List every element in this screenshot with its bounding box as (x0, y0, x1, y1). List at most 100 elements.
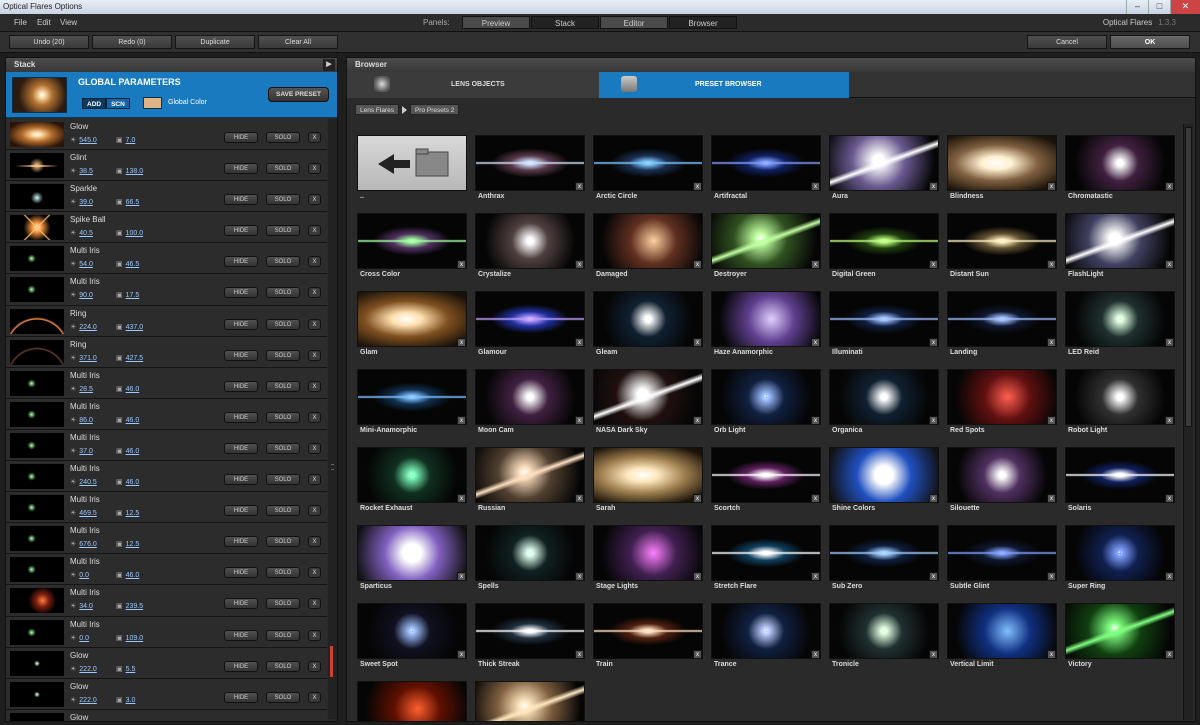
layer-row[interactable]: Multi Iris ☀ 90.0 ▣ 17.5 HIDE SOLO X (6, 274, 327, 306)
hide-button[interactable]: HIDE (224, 163, 258, 175)
scale-number[interactable]: 46.0 (126, 448, 140, 455)
delete-preset-button[interactable]: x (575, 572, 584, 581)
preset-tile[interactable]: x Glam (357, 291, 467, 369)
delete-preset-button[interactable]: x (1165, 572, 1174, 581)
preset-tile[interactable]: x Spells (475, 525, 585, 603)
brightness-number[interactable]: 224.0 (79, 324, 97, 331)
hide-button[interactable]: HIDE (224, 318, 258, 330)
preset-tile[interactable]: x Russian (475, 447, 585, 525)
delete-preset-button[interactable]: x (575, 494, 584, 503)
preset-tile[interactable]: x Glamour (475, 291, 585, 369)
scale-number[interactable]: 3.0 (126, 697, 136, 704)
brightness-number[interactable]: 545.0 (79, 137, 97, 144)
preset-tile[interactable]: x Trance (711, 603, 821, 681)
delete-preset-button[interactable]: x (1047, 338, 1056, 347)
hide-button[interactable]: HIDE (224, 132, 258, 143)
delete-preset-button[interactable]: x (457, 494, 466, 503)
preset-tile[interactable]: x Digital Green (829, 213, 939, 291)
remove-layer-button[interactable]: X (308, 318, 321, 330)
brightness-number[interactable]: 371.0 (79, 355, 97, 362)
preset-tile[interactable]: x (357, 681, 467, 721)
panel-tab-editor[interactable]: Editor (600, 16, 668, 29)
preset-tile[interactable]: x Scortch (711, 447, 821, 525)
layer-scale-value[interactable]: ▣ 3.0 (116, 696, 135, 704)
layer-row[interactable]: Multi Iris ☀ 86.0 ▣ 46.0 HIDE SOLO X (6, 398, 327, 430)
brightness-number[interactable]: 28.5 (79, 386, 93, 393)
preset-tile[interactable]: x Aura (829, 135, 939, 213)
delete-preset-button[interactable]: x (1165, 260, 1174, 269)
brightness-number[interactable]: 222.0 (79, 666, 97, 673)
hide-button[interactable]: HIDE (224, 411, 258, 423)
layer-brightness-value[interactable]: ☀ 37.0 (70, 447, 93, 455)
layer-brightness-value[interactable]: ☀ 90.0 (70, 291, 93, 299)
solo-button[interactable]: SOLO (266, 349, 300, 361)
solo-button[interactable]: SOLO (266, 194, 300, 206)
preset-tile[interactable]: x Victory (1065, 603, 1175, 681)
brightness-number[interactable]: 34.0 (79, 603, 93, 610)
remove-layer-button[interactable]: X (308, 567, 321, 579)
remove-layer-button[interactable]: X (308, 349, 321, 361)
layer-brightness-value[interactable]: ☀ 371.0 (70, 354, 97, 362)
remove-layer-button[interactable]: X (308, 536, 321, 548)
preset-tile[interactable]: x Red Spots (947, 369, 1057, 447)
preset-tile[interactable]: x Sub Zero (829, 525, 939, 603)
delete-preset-button[interactable]: x (1047, 416, 1056, 425)
menu-view[interactable]: View (60, 14, 77, 32)
remove-layer-button[interactable]: X (308, 163, 321, 175)
cancel-button[interactable]: Cancel (1027, 35, 1107, 49)
preset-tile[interactable]: x Moon Cam (475, 369, 585, 447)
hide-button[interactable]: HIDE (224, 536, 258, 548)
layer-row[interactable]: Ring ☀ 371.0 ▣ 427.5 HIDE SOLO X (6, 336, 327, 368)
hide-button[interactable]: HIDE (224, 225, 258, 237)
brightness-number[interactable]: 676.0 (79, 541, 97, 548)
delete-preset-button[interactable]: x (811, 416, 820, 425)
delete-preset-button[interactable]: x (811, 338, 820, 347)
hide-button[interactable]: HIDE (224, 380, 258, 392)
scale-number[interactable]: 5.5 (126, 666, 136, 673)
preset-tile[interactable]: x Crystalize (475, 213, 585, 291)
collapse-arrow-icon[interactable]: ▶ (323, 59, 335, 71)
brightness-number[interactable]: 37.0 (79, 448, 93, 455)
hide-button[interactable]: HIDE (224, 505, 258, 517)
delete-preset-button[interactable]: x (1047, 494, 1056, 503)
layer-scale-value[interactable]: ▣ 437.0 (116, 323, 143, 331)
hide-button[interactable]: HIDE (224, 349, 258, 361)
scale-number[interactable]: 12.5 (126, 510, 140, 517)
delete-preset-button[interactable]: x (811, 260, 820, 269)
layer-row[interactable]: Multi Iris ☀ 28.5 ▣ 46.0 HIDE SOLO X (6, 367, 327, 399)
brightness-number[interactable]: 40.5 (79, 230, 93, 237)
layer-row[interactable]: Multi Iris ☀ 240.5 ▣ 46.0 HIDE SOLO X (6, 461, 327, 493)
preset-tile[interactable]: x Illuminati (829, 291, 939, 369)
delete-preset-button[interactable]: x (929, 572, 938, 581)
hide-button[interactable]: HIDE (224, 629, 258, 641)
remove-layer-button[interactable]: X (308, 256, 321, 268)
layer-brightness-value[interactable]: ☀ 222.0 (70, 696, 97, 704)
remove-layer-button[interactable]: X (308, 194, 321, 206)
delete-preset-button[interactable]: x (457, 416, 466, 425)
delete-preset-button[interactable]: x (575, 338, 584, 347)
preset-tile[interactable]: .. (357, 135, 467, 213)
scale-number[interactable]: 17.5 (126, 292, 140, 299)
delete-preset-button[interactable]: x (693, 494, 702, 503)
layer-row[interactable]: Multi Iris ☀ 676.0 ▣ 12.5 HIDE SOLO X (6, 523, 327, 555)
layer-scale-value[interactable]: ▣ 46.0 (116, 447, 139, 455)
panel-tab-browser[interactable]: Browser (669, 16, 737, 29)
delete-preset-button[interactable]: x (693, 182, 702, 191)
scale-number[interactable]: 239.5 (126, 603, 144, 610)
delete-preset-button[interactable]: x (575, 182, 584, 191)
stack-scrollbar[interactable] (328, 119, 337, 719)
hide-button[interactable]: HIDE (224, 194, 258, 206)
maximize-icon[interactable]: □ (1148, 0, 1170, 14)
preset-tile[interactable]: x Rocket Exhaust (357, 447, 467, 525)
delete-preset-button[interactable]: x (457, 338, 466, 347)
delete-preset-button[interactable]: x (1165, 416, 1174, 425)
layer-scale-value[interactable]: ▣ 46.0 (116, 478, 139, 486)
preset-tile[interactable]: x Tronicle (829, 603, 939, 681)
preset-tile[interactable]: x Stage Lights (593, 525, 703, 603)
preset-tile[interactable]: x Landing (947, 291, 1057, 369)
scale-number[interactable]: 46.0 (126, 417, 140, 424)
layer-brightness-value[interactable]: ☀ 469.5 (70, 509, 97, 517)
delete-preset-button[interactable]: x (811, 494, 820, 503)
scale-number[interactable]: 427.5 (126, 355, 144, 362)
layer-row[interactable]: Glint ☀ 38.5 ▣ 138.0 HIDE SOLO X (6, 150, 327, 182)
